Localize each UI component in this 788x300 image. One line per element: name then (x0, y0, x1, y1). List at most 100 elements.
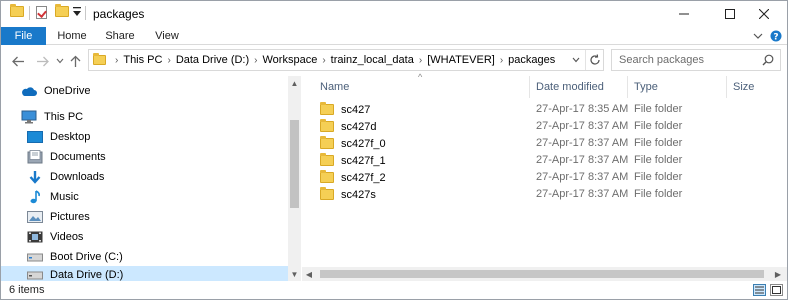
breadcrumb-separator[interactable]: › (254, 55, 257, 66)
tab-view[interactable]: View (146, 27, 188, 45)
folder-icon (320, 170, 334, 183)
breadcrumb-this-pc[interactable]: This PC (123, 54, 162, 66)
file-name: sc427s (341, 188, 376, 201)
large-icons-view-button[interactable] (770, 284, 783, 296)
search-input[interactable] (619, 54, 759, 66)
nav-item-label: Data Drive (D:) (50, 269, 124, 281)
file-row[interactable]: sc427f_1 27-Apr-17 8:37 AM File folder (312, 152, 782, 169)
title-bar: packages (1, 1, 787, 27)
nav-item-pictures[interactable]: Pictures (1, 207, 289, 227)
scroll-left-icon[interactable]: ◀ (304, 268, 314, 280)
file-type: File folder (634, 188, 683, 200)
item-count: 6 items (9, 284, 45, 296)
column-header-size[interactable]: Size (725, 76, 785, 98)
downloads-icon (27, 170, 43, 184)
onedrive-icon (21, 84, 37, 98)
nav-scrollbar[interactable]: ▲ ▼ (288, 76, 301, 281)
drive-icon (27, 250, 43, 264)
file-date: 27-Apr-17 8:37 AM (536, 171, 629, 183)
up-button[interactable] (67, 53, 83, 69)
ribbon-tabs: File Home Share View ? (1, 27, 787, 45)
file-row[interactable]: sc427d 27-Apr-17 8:37 AM File folder (312, 118, 782, 135)
column-header-type[interactable]: Type (626, 76, 724, 98)
folder-icon (10, 4, 24, 17)
nav-item-label: This PC (44, 111, 84, 123)
breadcrumb-separator[interactable]: › (419, 55, 422, 66)
search-icon (762, 54, 774, 69)
status-bar: 6 items (1, 281, 787, 299)
breadcrumb: › This PC › Data Drive (D:) › Workspace … (89, 50, 555, 70)
file-row[interactable]: sc427f_2 27-Apr-17 8:37 AM File folder (312, 169, 782, 186)
expand-ribbon-icon[interactable] (753, 27, 763, 45)
file-name: sc427 (341, 103, 371, 116)
folder-icon (320, 153, 334, 166)
file-date: 27-Apr-17 8:37 AM (536, 120, 629, 132)
breadcrumb-data-drive[interactable]: Data Drive (D:) (176, 54, 249, 66)
column-header-name[interactable]: Name (312, 76, 526, 98)
file-date: 27-Apr-17 8:35 AM (536, 103, 629, 115)
file-date: 27-Apr-17 8:37 AM (536, 137, 629, 149)
tab-share[interactable]: Share (99, 27, 141, 45)
address-history-icon[interactable] (567, 50, 585, 70)
nav-item-boot-drive[interactable]: Boot Drive (C:) (1, 247, 289, 267)
file-type: File folder (634, 120, 683, 132)
breadcrumb-separator[interactable]: › (115, 55, 118, 66)
tab-home[interactable]: Home (51, 27, 93, 45)
properties-icon[interactable] (36, 6, 47, 19)
details-view-button[interactable] (753, 284, 766, 296)
file-row[interactable]: sc427 27-Apr-17 8:35 AM File folder (312, 101, 782, 118)
nav-item-this-pc[interactable]: This PC (1, 107, 289, 127)
search-box[interactable] (611, 49, 781, 71)
help-icon[interactable]: ? (770, 27, 782, 45)
nav-item-documents[interactable]: Documents (1, 147, 289, 167)
nav-item-label: OneDrive (44, 85, 91, 97)
minimize-button[interactable] (661, 1, 707, 27)
customize-toolbar-icon[interactable] (73, 7, 81, 17)
nav-item-downloads[interactable]: Downloads (1, 167, 289, 187)
scroll-up-icon[interactable]: ▲ (288, 77, 301, 89)
breadcrumb-separator[interactable]: › (500, 55, 503, 66)
refresh-icon[interactable] (585, 50, 603, 70)
close-button[interactable] (741, 1, 787, 27)
nav-item-label: Downloads (50, 171, 105, 183)
back-button[interactable] (10, 53, 26, 69)
file-date: 27-Apr-17 8:37 AM (536, 154, 629, 166)
horizontal-scrollbar[interactable]: ◀ ▶ (302, 267, 787, 281)
tab-file[interactable]: File (1, 27, 46, 45)
documents-icon (27, 150, 43, 164)
nav-item-music[interactable]: Music (1, 187, 289, 207)
file-type: File folder (634, 154, 683, 166)
scroll-down-icon[interactable]: ▼ (288, 268, 301, 280)
recent-locations-icon[interactable] (52, 53, 68, 69)
file-name: sc427d (341, 120, 377, 133)
breadcrumb-separator[interactable]: › (167, 55, 170, 66)
column-header-date[interactable]: Date modified (528, 76, 626, 98)
pictures-icon (27, 210, 43, 224)
new-folder-icon[interactable] (55, 4, 69, 17)
nav-item-label: Pictures (50, 211, 90, 223)
address-bar[interactable]: › This PC › Data Drive (D:) › Workspace … (88, 49, 604, 71)
breadcrumb-packages[interactable]: packages (508, 54, 555, 66)
breadcrumb-workspace[interactable]: Workspace (263, 54, 318, 66)
nav-item-videos[interactable]: Videos (1, 227, 289, 247)
nav-item-onedrive[interactable]: OneDrive (1, 81, 289, 101)
forward-button[interactable] (34, 53, 50, 69)
folder-icon (93, 53, 106, 65)
scroll-right-icon[interactable]: ▶ (773, 268, 783, 280)
file-type: File folder (634, 171, 683, 183)
desktop-icon (27, 130, 43, 144)
file-row[interactable]: sc427f_0 27-Apr-17 8:37 AM File folder (312, 135, 782, 152)
file-date: 27-Apr-17 8:37 AM (536, 188, 629, 200)
explorer-window: packages File Home Share View ? › This P… (0, 0, 788, 300)
scrollbar-thumb[interactable] (320, 270, 764, 278)
file-name: sc427f_0 (341, 137, 386, 150)
nav-item-label: Music (50, 191, 79, 203)
breadcrumb-separator[interactable]: › (322, 55, 325, 66)
folder-icon (320, 119, 334, 132)
scrollbar-thumb[interactable] (290, 120, 299, 208)
nav-item-desktop[interactable]: Desktop (1, 127, 289, 147)
breadcrumb-trainz-local-data[interactable]: trainz_local_data (331, 54, 414, 66)
file-row[interactable]: sc427s 27-Apr-17 8:37 AM File folder (312, 186, 782, 203)
folder-icon (320, 102, 334, 115)
breadcrumb-whatever[interactable]: [WHATEVER] (427, 54, 495, 66)
